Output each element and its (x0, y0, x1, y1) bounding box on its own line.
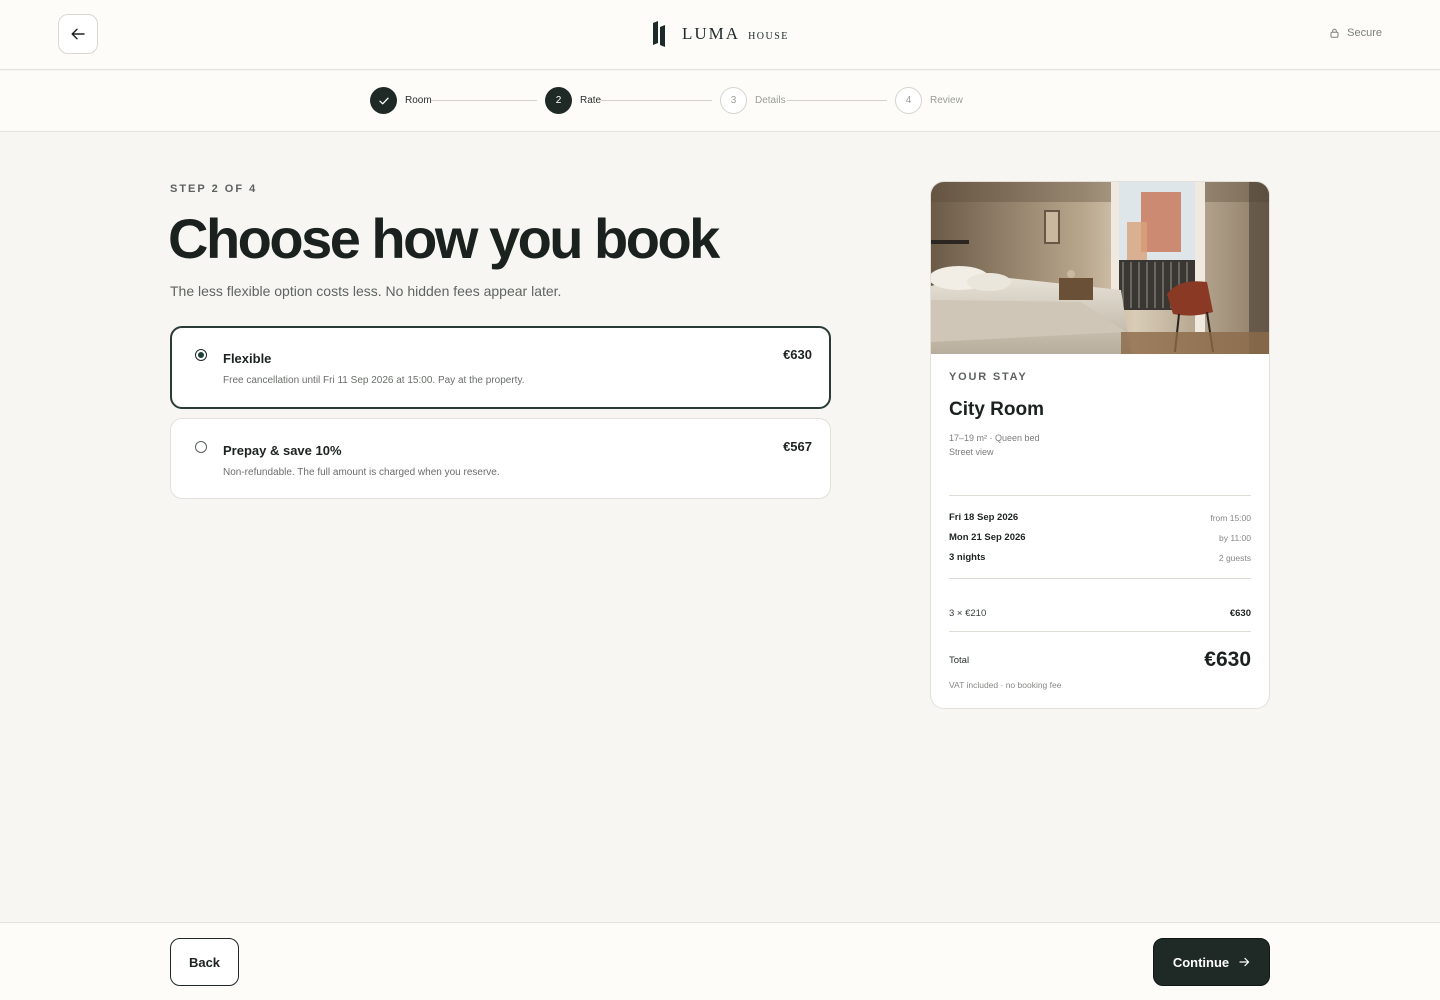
step-number: 2 (545, 87, 572, 114)
summary-eyebrow: YOUR STAY (949, 371, 1028, 383)
step-room[interactable]: Room (370, 87, 432, 114)
back-arrow-button[interactable] (58, 14, 98, 54)
luma-logo-icon (653, 21, 665, 47)
total-amount: €630 (1204, 648, 1251, 671)
price-line-label: 3 × €210 (949, 608, 987, 619)
top-header: LUMA HOUSE Secure (0, 0, 1440, 70)
back-button[interactable]: Back (170, 938, 239, 986)
step-connector (431, 100, 537, 101)
checkout-date: Mon 21 Sep 2026 (949, 532, 1026, 543)
progress-stepper: Room 2 Rate 3 Details 4 Review (0, 71, 1440, 132)
step-connector (601, 100, 712, 101)
step-label: Details (755, 95, 786, 106)
rate-option-prepay[interactable]: Prepay & save 10% Non-refundable. The fu… (170, 418, 831, 499)
step-connector (787, 100, 887, 101)
rate-option-price: €630 (783, 347, 812, 362)
step-done-badge (370, 87, 397, 114)
arrow-left-icon (71, 28, 85, 40)
page-subtitle: The less flexible option costs less. No … (170, 283, 562, 299)
rate-option-description: Non-refundable. The full amount is charg… (223, 467, 500, 478)
arrow-right-icon (1239, 957, 1250, 967)
step-eyebrow: STEP 2 OF 4 (170, 183, 258, 195)
radio-button[interactable] (195, 441, 207, 453)
room-photo (931, 182, 1269, 354)
step-label: Review (930, 95, 963, 106)
checkout-time: by 11:00 (1219, 533, 1251, 543)
brand-sub: HOUSE (748, 30, 789, 42)
lock-icon (1330, 28, 1339, 38)
stay-summary-card: YOUR STAY City Room 17–19 m² · Queen bed… (930, 181, 1270, 709)
nights-count: 3 nights (949, 552, 986, 563)
vat-note: VAT included · no booking fee (949, 680, 1062, 690)
room-view: Street view (949, 447, 994, 457)
back-button-label: Back (188, 954, 221, 970)
rate-option-description: Free cancellation until Fri 11 Sep 2026 … (223, 375, 525, 386)
room-size: 17–19 m² · Queen bed (949, 433, 1040, 443)
step-label: Room (405, 95, 432, 106)
rate-option-name: Prepay & save 10% (223, 443, 342, 458)
step-number: 3 (720, 87, 747, 114)
page-title: Choose how you book (168, 207, 720, 270)
rate-option-name: Flexible (223, 351, 272, 366)
step-details: 3 Details (720, 87, 786, 114)
check-icon (378, 97, 389, 104)
secure-indicator: Secure (1330, 27, 1382, 39)
radio-button[interactable] (195, 349, 207, 361)
rate-option-price: €567 (783, 439, 812, 454)
step-rate: 2 Rate (545, 87, 601, 114)
continue-button-label: Continue (1172, 954, 1230, 970)
footer-bar: Back Continue (0, 922, 1440, 1000)
rate-option-flexible[interactable]: Flexible Free cancellation until Fri 11 … (170, 326, 831, 409)
summary-divider (949, 495, 1251, 496)
summary-divider (949, 631, 1251, 632)
continue-button[interactable]: Continue (1153, 938, 1270, 986)
room-name: City Room (949, 399, 1044, 420)
price-line-amount: €630 (1229, 608, 1251, 619)
checkin-date: Fri 18 Sep 2026 (949, 512, 1019, 523)
brand-name: LUMA (682, 24, 741, 43)
brand-logo[interactable]: LUMA HOUSE (652, 21, 789, 47)
secure-label: Secure (1347, 27, 1382, 39)
step-label: Rate (580, 95, 602, 106)
checkin-time: from 15:00 (1210, 513, 1251, 523)
guests-count: 2 guests (1218, 553, 1251, 563)
step-number: 4 (895, 87, 922, 114)
total-label: Total (949, 655, 970, 666)
step-review: 4 Review (895, 87, 963, 114)
summary-divider (949, 578, 1251, 579)
